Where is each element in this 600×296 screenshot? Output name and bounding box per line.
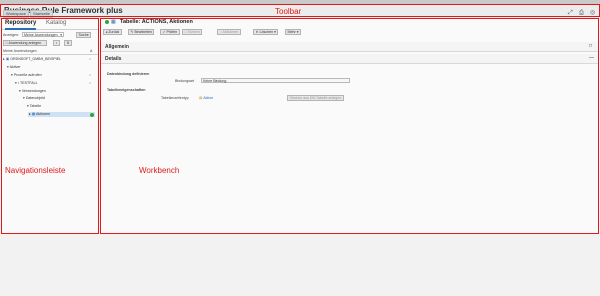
workbench-annotation-box [100,18,599,234]
workbench-annotation-label: Workbench [139,166,180,175]
toolbar-annotation-label: Toolbar [275,7,302,16]
navigation-annotation-label: Navigationsleiste [5,166,66,175]
navigation-annotation-box [1,18,99,234]
